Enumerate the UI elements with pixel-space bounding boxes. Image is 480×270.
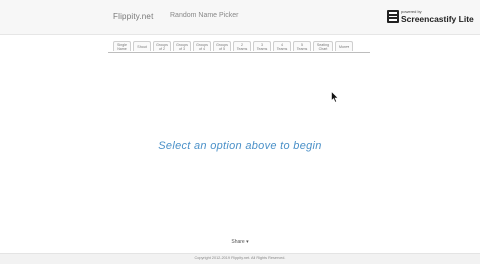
screencastify-watermark: powered by Screencastify Lite [387, 7, 479, 27]
copyright-text: Copyright 2012-2019 Flippity.net. All Ri… [194, 256, 286, 260]
tab-3-teams[interactable]: 3 Teams [253, 41, 271, 51]
tab-5-teams[interactable]: 5 Teams [293, 41, 311, 51]
tab-groups-of-2[interactable]: Groups of 2 [153, 41, 171, 51]
mouse-pointer-icon [331, 91, 339, 103]
tab-single-name[interactable]: Single Name [113, 41, 131, 51]
share-dropdown[interactable]: Share ▾ [0, 239, 480, 245]
tab-4-teams[interactable]: 4 Teams [273, 41, 291, 51]
tab-shout[interactable]: Shout [133, 41, 151, 51]
tab-groups-of-4[interactable]: Groups of 4 [193, 41, 211, 51]
film-reel-icon [387, 10, 399, 23]
footer: Copyright 2012-2019 Flippity.net. All Ri… [0, 253, 480, 264]
tab-2-teams[interactable]: 2 Teams [233, 41, 251, 51]
brand-link[interactable]: Flippity.net [113, 12, 154, 21]
app-title[interactable]: Random Name Picker [170, 12, 238, 19]
navbar: Flippity.net Random Name Picker powered … [0, 0, 480, 35]
select-option-prompt: Select an option above to begin [158, 140, 322, 152]
tab-groups-of-3[interactable]: Groups of 3 [173, 41, 191, 51]
screencastify-logo-text: Screencastify Lite [401, 14, 474, 24]
browser-page: Flippity.net Random Name Picker powered … [0, 0, 480, 270]
tab-groups-of-5[interactable]: Groups of 5 [213, 41, 231, 51]
tab-divider [108, 52, 370, 53]
tab-seating-chart[interactable]: Seating Chart [313, 41, 333, 51]
tab-more-dropdown[interactable]: More▾ [335, 41, 353, 51]
